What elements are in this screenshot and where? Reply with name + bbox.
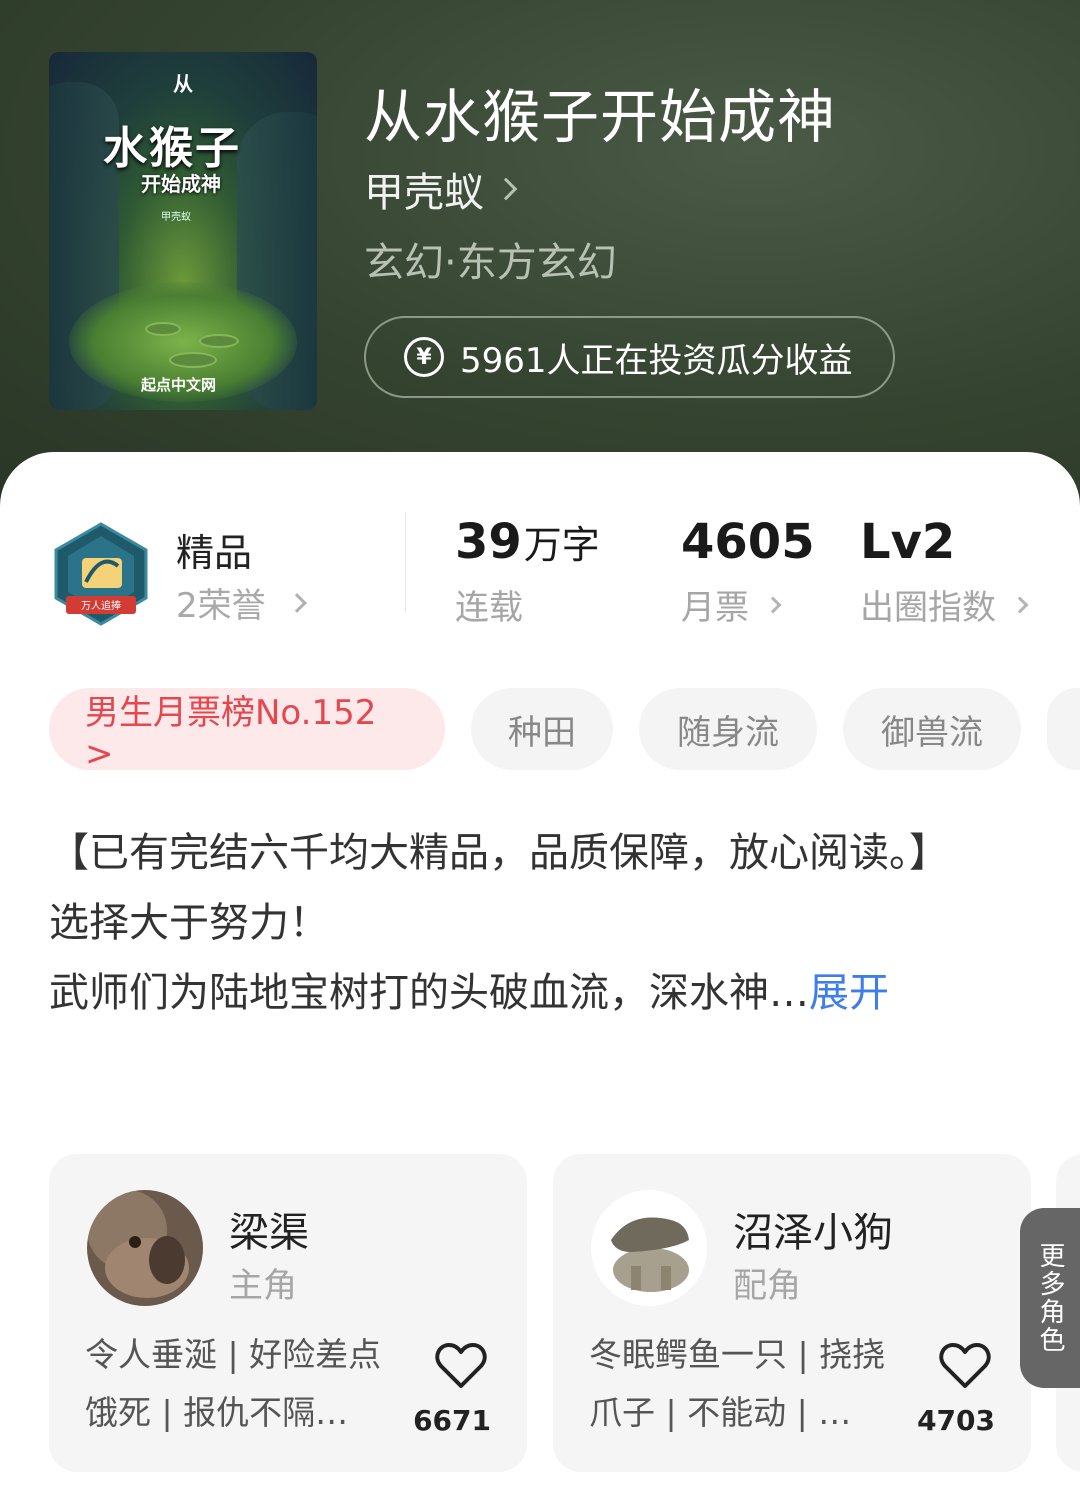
character-name: 梁渠: [229, 1210, 309, 1256]
synopsis[interactable]: 【已有完结六千均大精品，品质保障，放心阅读。】 选择大于努力！ 武师们为陆地宝树…: [49, 818, 989, 1028]
cover-art: [199, 334, 239, 348]
chevron-right-icon: [286, 592, 307, 613]
cover-top-char: 从: [173, 72, 193, 96]
word-count-value: 39: [455, 514, 522, 570]
book-header: 从 水猴子 开始成神 甲壳蚁 起点中文网 从水猴子开始成神 甲壳蚁 玄幻·东方玄…: [0, 0, 1080, 500]
tag-portable-space[interactable]: 随身流: [639, 688, 817, 770]
cover-art: [145, 322, 181, 336]
author-link[interactable]: 甲壳蚁: [364, 160, 518, 218]
character-role: 配角: [733, 1266, 801, 1306]
synopsis-line: 武师们为陆地宝树打的头破血流，深水神…: [49, 970, 809, 1016]
expand-link[interactable]: 展开: [809, 970, 889, 1016]
popularity-index-stat[interactable]: Lv2 出圈指数: [860, 514, 1029, 629]
tag-farming[interactable]: 种田: [471, 688, 613, 770]
monthly-votes-stat[interactable]: 4605 月票: [681, 514, 815, 629]
like-count: 4703: [917, 1404, 995, 1437]
badge-text: 万人追捧: [81, 599, 121, 612]
invest-label: 5961人正在投资瓜分收益: [460, 340, 853, 381]
quality-label: 精品: [176, 531, 253, 575]
monthly-votes-value: 4605: [681, 514, 815, 570]
chevron-right-icon: [1011, 596, 1029, 613]
cover-author: 甲壳蚁: [161, 212, 191, 223]
word-count-stat: 39 万字 连载: [455, 514, 600, 629]
cover-title: 水猴子: [103, 123, 241, 174]
chevron-right-icon: [494, 177, 518, 201]
heart-outline-icon[interactable]: [435, 1342, 487, 1390]
rank-tag[interactable]: 男生月票榜No.152 >: [49, 688, 445, 774]
word-count-unit: 万字: [523, 523, 600, 567]
book-title: 从水猴子开始成神: [364, 83, 837, 151]
monthly-votes-label: 月票: [681, 588, 749, 628]
like-count: 6671: [413, 1404, 491, 1437]
character-name: 沼泽小狗: [733, 1210, 893, 1256]
synopsis-line: 【已有完结六千均大精品，品质保障，放心阅读。】: [49, 830, 949, 876]
character-description: 令人垂涎 | 好险差点饿死 | 报仇不隔…: [85, 1335, 382, 1432]
author-name: 甲壳蚁: [364, 170, 484, 216]
honor-count: 2荣誉: [176, 586, 266, 626]
tag-list: 男生月票榜No.152 > 种田 随身流 御兽流: [49, 688, 1080, 774]
avatar: [591, 1190, 707, 1306]
chevron-right-icon: [764, 596, 782, 613]
book-cover[interactable]: 从 水猴子 开始成神 甲壳蚁 起点中文网: [49, 52, 317, 410]
word-count-label: 连载: [455, 588, 523, 628]
more-roles-button[interactable]: 更多角色: [1020, 1208, 1080, 1388]
invest-button[interactable]: ¥ 5961人正在投资瓜分收益: [364, 316, 895, 398]
book-genre: 玄幻·东方玄幻: [364, 240, 617, 286]
character-card[interactable]: 沼泽小狗 配角 冬眠鳄鱼一只 | 挠挠爪子 | 不能动 | … 4703: [553, 1154, 1031, 1472]
avatar: [87, 1190, 203, 1306]
book-detail-card: 万人追捧 精品 2荣誉 39 万字 连载 4605 月票 Lv2 出圈指数 男生…: [0, 452, 1080, 1508]
character-role: 主角: [229, 1266, 297, 1306]
honor-link[interactable]: 2荣誉: [176, 578, 307, 627]
cover-publisher: 起点中文网: [141, 376, 217, 394]
popularity-index-label: 出圈指数: [860, 588, 996, 628]
hexagon-badge-icon[interactable]: 万人追捧: [52, 522, 150, 626]
synopsis-line: 选择大于努力！: [49, 900, 329, 946]
heart-outline-icon[interactable]: [939, 1342, 991, 1390]
character-card[interactable]: 梁渠 主角 令人垂涎 | 好险差点饿死 | 报仇不隔… 6671: [49, 1154, 527, 1472]
divider: [405, 512, 406, 612]
cover-subtitle: 开始成神: [141, 172, 221, 196]
yen-coin-icon: ¥: [404, 337, 444, 377]
character-description: 冬眠鳄鱼一只 | 挠挠爪子 | 不能动 | …: [589, 1335, 886, 1432]
tag-beast-taming[interactable]: 御兽流: [843, 688, 1021, 770]
popularity-index-value: Lv2: [860, 514, 956, 570]
cover-art: [169, 352, 217, 368]
tag-more[interactable]: [1047, 688, 1080, 770]
